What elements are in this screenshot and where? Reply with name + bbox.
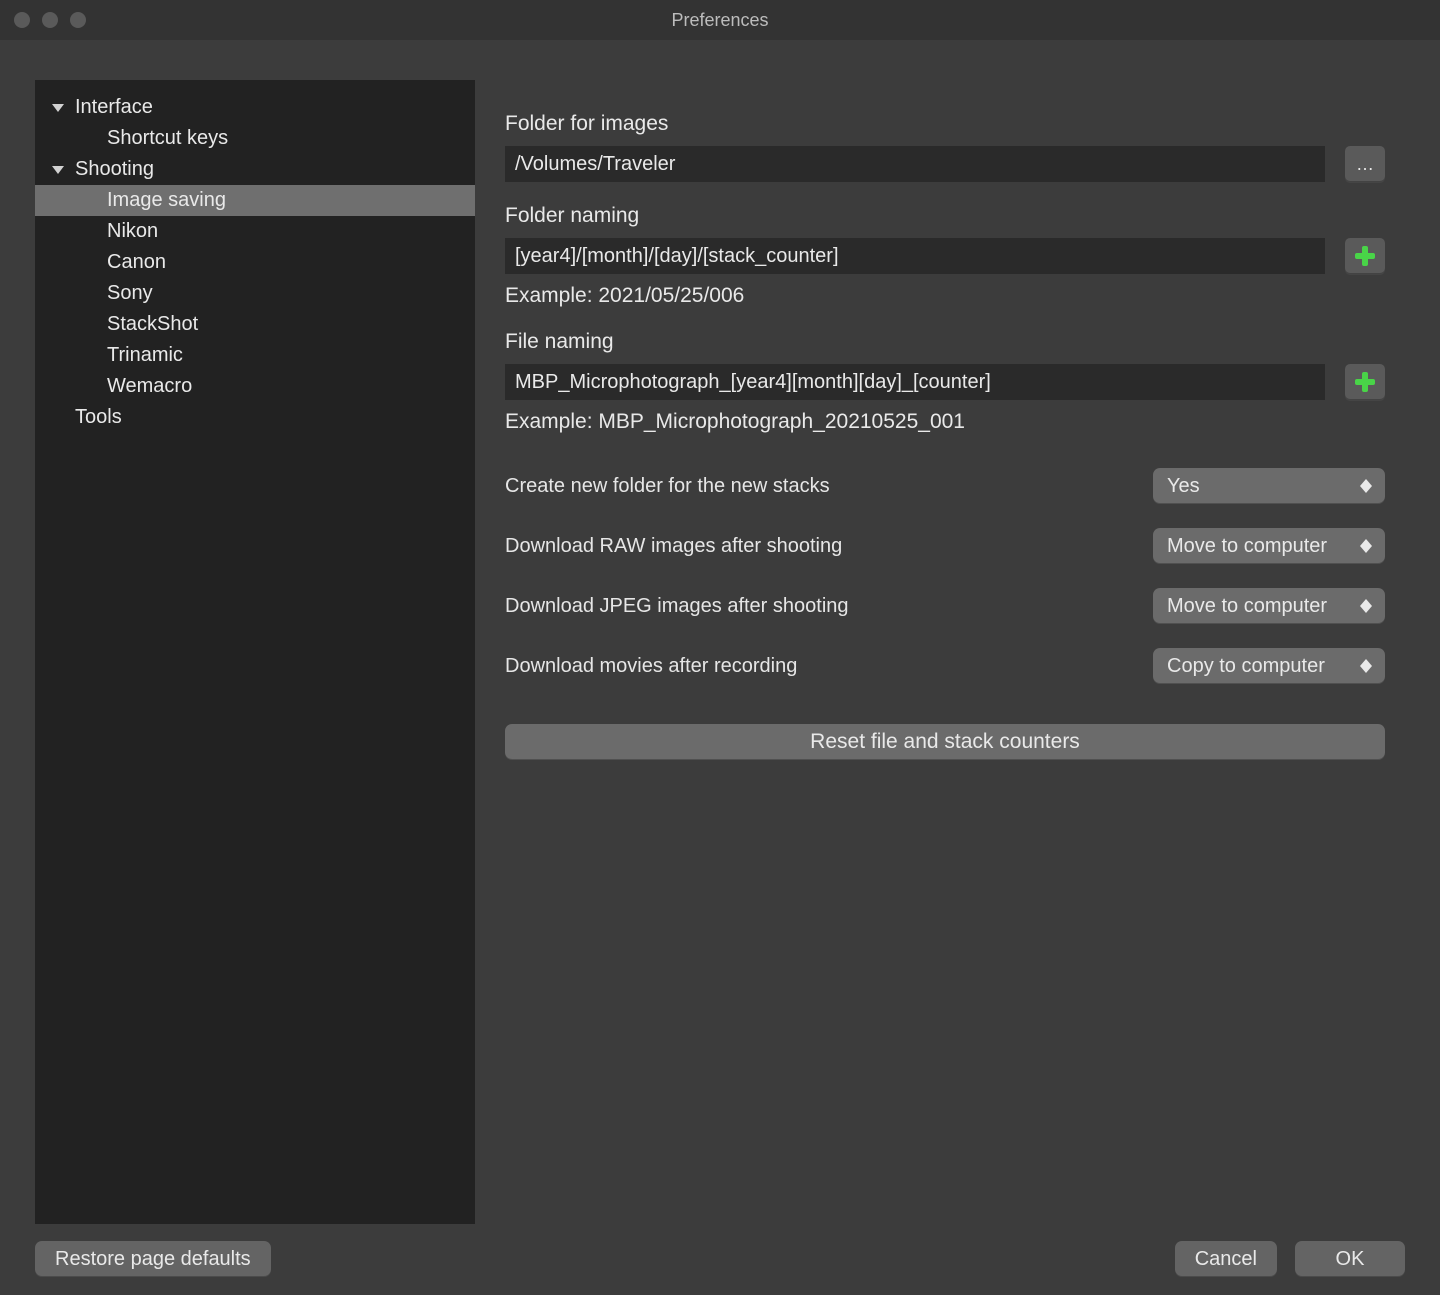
create-new-folder-label: Create new folder for the new stacks [505,475,830,498]
tree-label: Shortcut keys [107,127,228,150]
tree-label: StackShot [107,313,198,336]
tree-label: Canon [107,251,166,274]
tree-label: Trinamic [107,344,183,367]
plus-icon [1353,244,1377,268]
folder-for-images-input[interactable] [505,146,1325,182]
reset-counters-button[interactable]: Reset file and stack counters [505,724,1385,760]
browse-folder-button[interactable]: … [1345,146,1385,182]
updown-icon [1357,476,1375,496]
chevron-down-icon [49,161,67,178]
select-value: Move to computer [1167,535,1327,558]
folder-for-images-label: Folder for images [505,112,1385,136]
titlebar: Preferences [0,0,1440,40]
button-label: OK [1336,1248,1365,1271]
zoom-window-button[interactable] [70,12,86,28]
file-naming-input[interactable] [505,364,1325,400]
ok-button[interactable]: OK [1295,1241,1405,1277]
file-naming-example: Example: MBP_Microphotograph_20210525_00… [505,410,1385,434]
folder-naming-example: Example: 2021/05/25/006 [505,284,1385,308]
button-label: Reset file and stack counters [810,730,1080,754]
window-title: Preferences [0,10,1440,31]
download-raw-label: Download RAW images after shooting [505,535,842,558]
tree-label: Wemacro [107,375,192,398]
add-file-token-button[interactable] [1345,364,1385,400]
select-value: Copy to computer [1167,655,1325,678]
tree-label: Interface [75,96,153,119]
create-new-folder-select[interactable]: Yes [1153,468,1385,504]
tree-item-image-saving[interactable]: Image saving [35,185,475,216]
download-movies-label: Download movies after recording [505,655,797,678]
updown-icon [1357,536,1375,556]
download-movies-select[interactable]: Copy to computer [1153,648,1385,684]
tree-label: Image saving [107,189,226,212]
tree-item-wemacro[interactable]: Wemacro [35,371,475,402]
file-naming-label: File naming [505,330,1385,354]
tree-item-trinamic[interactable]: Trinamic [35,340,475,371]
restore-defaults-button[interactable]: Restore page defaults [35,1241,271,1277]
tree-item-sony[interactable]: Sony [35,278,475,309]
cancel-button[interactable]: Cancel [1175,1241,1277,1277]
plus-icon [1353,370,1377,394]
button-label: Restore page defaults [55,1248,251,1271]
tree-item-nikon[interactable]: Nikon [35,216,475,247]
updown-icon [1357,656,1375,676]
preferences-panel: Folder for images … Folder naming Exa [505,80,1385,760]
tree-item-shooting[interactable]: Shooting [35,154,475,185]
folder-naming-input[interactable] [505,238,1325,274]
preferences-sidebar: Interface Shortcut keys Shooting Image s… [35,80,475,1224]
download-jpeg-label: Download JPEG images after shooting [505,595,849,618]
add-folder-token-button[interactable] [1345,238,1385,274]
close-window-button[interactable] [14,12,30,28]
chevron-down-icon [49,99,67,116]
tree-label: Nikon [107,220,158,243]
tree-item-stackshot[interactable]: StackShot [35,309,475,340]
tree-label: Shooting [75,158,154,181]
select-value: Move to computer [1167,595,1327,618]
tree-label: Sony [107,282,153,305]
tree-item-canon[interactable]: Canon [35,247,475,278]
tree-item-interface[interactable]: Interface [35,92,475,123]
select-value: Yes [1167,475,1200,498]
button-label: Cancel [1195,1248,1257,1271]
folder-naming-label: Folder naming [505,204,1385,228]
ellipsis-icon: … [1356,154,1374,175]
download-jpeg-select[interactable]: Move to computer [1153,588,1385,624]
tree-item-tools[interactable]: Tools [35,402,475,433]
tree-item-shortcut-keys[interactable]: Shortcut keys [35,123,475,154]
updown-icon [1357,596,1375,616]
minimize-window-button[interactable] [42,12,58,28]
download-raw-select[interactable]: Move to computer [1153,528,1385,564]
tree-label: Tools [75,406,122,429]
